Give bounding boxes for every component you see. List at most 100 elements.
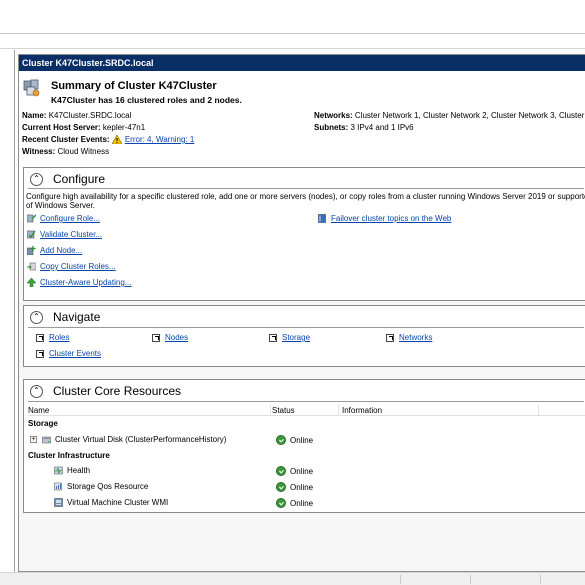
nav-networks-label[interactable]: Networks xyxy=(399,333,432,342)
nav-storage-label[interactable]: Storage xyxy=(282,333,310,342)
resource-row[interactable]: Virtual Machine Cluster WMI xyxy=(54,498,168,507)
cluster-summary-icon xyxy=(23,79,40,97)
column-separator xyxy=(270,404,271,416)
online-status-icon xyxy=(276,435,286,445)
resource-name: Virtual Machine Cluster WMI xyxy=(67,498,169,507)
chevron-up-icon[interactable]: ⌃ xyxy=(30,310,43,324)
nav-nodes[interactable]: Nodes xyxy=(152,333,188,342)
nav-nodes-label[interactable]: Nodes xyxy=(165,333,188,342)
nav-storage[interactable]: Storage xyxy=(269,333,310,342)
column-header-information[interactable]: Information xyxy=(342,406,382,415)
column-separator xyxy=(338,404,339,416)
navigation-tree-pane[interactable] xyxy=(0,50,15,572)
status-separator xyxy=(400,575,401,584)
resource-name: Storage Qos Resource xyxy=(67,482,149,491)
configure-role-link[interactable]: Configure Role... xyxy=(40,214,100,223)
host-label: Current Host Server: xyxy=(22,123,101,132)
group-storage: Storage xyxy=(28,419,58,428)
nav-roles-label[interactable]: Roles xyxy=(49,333,69,342)
column-separator xyxy=(538,404,539,416)
online-status-icon xyxy=(276,482,286,492)
copy-roles-link[interactable]: Copy Cluster Roles... xyxy=(40,262,116,271)
nav-cluster-events[interactable]: Cluster Events xyxy=(36,349,101,358)
name-label: Name: xyxy=(22,111,47,120)
validate-cluster-action[interactable]: Validate Cluster... xyxy=(27,230,102,239)
core-resources-title: Cluster Core Resources xyxy=(53,384,182,398)
add-node-action[interactable]: Add Node... xyxy=(27,246,82,255)
cluster-aware-updating-action[interactable]: Cluster-Aware Updating... xyxy=(27,278,131,287)
witness-value: Cloud Witness xyxy=(57,147,110,156)
configure-description: Configure high availability for a specif… xyxy=(26,192,585,201)
configure-panel: ⌃ Configure Configure high availability … xyxy=(23,167,585,301)
wmi-icon xyxy=(54,498,63,507)
update-icon xyxy=(27,278,36,287)
resources-table-header: Name Status Information xyxy=(28,404,585,416)
navigate-header[interactable]: ⌃ Navigate xyxy=(30,310,100,324)
resource-status: Online xyxy=(276,482,313,492)
secondary-toolbar-area xyxy=(0,34,585,49)
top-toolbar-area xyxy=(0,0,585,34)
navigate-link-icon xyxy=(36,333,44,342)
online-status-icon xyxy=(276,466,286,476)
add-node-icon xyxy=(27,246,36,255)
events-link[interactable]: Error: 4, Warning: 1 xyxy=(125,135,195,144)
witness-label: Witness: xyxy=(22,147,56,156)
column-header-status[interactable]: Status xyxy=(272,406,295,415)
name-value: K47Cluster.SRDC.local xyxy=(48,111,132,120)
core-resources-panel: ⌃ Cluster Core Resources Name Status Inf… xyxy=(23,379,585,513)
status-bar xyxy=(0,572,585,585)
expand-icon[interactable]: + xyxy=(30,436,37,443)
subnets-value: 3 IPv4 and 1 IPv6 xyxy=(350,123,414,132)
resource-status: Online xyxy=(276,498,313,508)
resource-status-label: Online xyxy=(290,482,314,492)
core-resources-header[interactable]: ⌃ Cluster Core Resources xyxy=(30,384,181,398)
witness-row: Witness: Cloud Witness xyxy=(22,147,109,156)
validate-icon xyxy=(27,230,36,239)
nav-cluster-events-label[interactable]: Cluster Events xyxy=(49,349,101,358)
divider xyxy=(28,327,584,328)
help-topics-link[interactable]: Failover cluster topics on the Web xyxy=(331,214,451,223)
copy-roles-icon xyxy=(27,262,36,271)
status-separator xyxy=(540,575,541,584)
networks-value: Cluster Network 1, Cluster Network 2, Cl… xyxy=(354,111,585,120)
resource-row[interactable]: Storage Qos Resource xyxy=(54,482,148,491)
subnets-row: Subnets: 3 IPv4 and 1 IPv6 xyxy=(314,123,414,132)
cluster-aware-updating-link[interactable]: Cluster-Aware Updating... xyxy=(40,278,131,287)
resource-row[interactable]: + Cluster Virtual Disk (ClusterPerforman… xyxy=(30,435,226,444)
configure-role-action[interactable]: Configure Role... xyxy=(27,214,100,223)
disk-icon xyxy=(42,436,51,444)
name-row: Name: K47Cluster.SRDC.local xyxy=(22,111,131,120)
chevron-up-icon[interactable]: ⌃ xyxy=(30,172,43,186)
online-status-icon xyxy=(276,498,286,508)
host-row: Current Host Server: kepler-47n1 xyxy=(22,123,145,132)
validate-cluster-link[interactable]: Validate Cluster... xyxy=(40,230,102,239)
resource-status-label: Online xyxy=(290,466,314,476)
column-header-name[interactable]: Name xyxy=(28,406,49,415)
nav-networks[interactable]: Networks xyxy=(386,333,432,342)
add-node-link[interactable]: Add Node... xyxy=(40,246,82,255)
navigate-link-icon xyxy=(152,333,160,342)
navigate-link-icon xyxy=(269,333,277,342)
chevron-up-icon[interactable]: ⌃ xyxy=(30,384,43,398)
help-book-icon xyxy=(318,214,326,223)
health-icon xyxy=(54,466,63,475)
configure-description-cont: of Windows Server. xyxy=(26,201,95,210)
resource-status-label: Online xyxy=(290,498,314,508)
summary-title: Summary of Cluster K47Cluster xyxy=(51,80,217,92)
divider xyxy=(28,188,584,189)
cluster-summary-view: Cluster K47Cluster.SRDC.local Summary of… xyxy=(18,54,585,572)
resource-row[interactable]: Health xyxy=(54,466,90,475)
nav-roles[interactable]: Roles xyxy=(36,333,69,342)
qos-icon xyxy=(54,482,62,491)
networks-label: Networks: xyxy=(314,111,353,120)
configure-role-icon xyxy=(27,214,36,223)
events-label: Recent Cluster Events: xyxy=(22,135,110,144)
subnets-label: Subnets: xyxy=(314,123,349,132)
copy-roles-action[interactable]: Copy Cluster Roles... xyxy=(27,262,116,271)
host-value: kepler-47n1 xyxy=(102,123,146,132)
help-topics-action[interactable]: Failover cluster topics on the Web xyxy=(318,214,451,223)
configure-title: Configure xyxy=(53,172,106,186)
resource-name: Cluster Virtual Disk (ClusterPerformance… xyxy=(55,435,227,444)
configure-header[interactable]: ⌃ Configure xyxy=(30,172,105,186)
view-titlebar: Cluster K47Cluster.SRDC.local xyxy=(19,55,585,71)
